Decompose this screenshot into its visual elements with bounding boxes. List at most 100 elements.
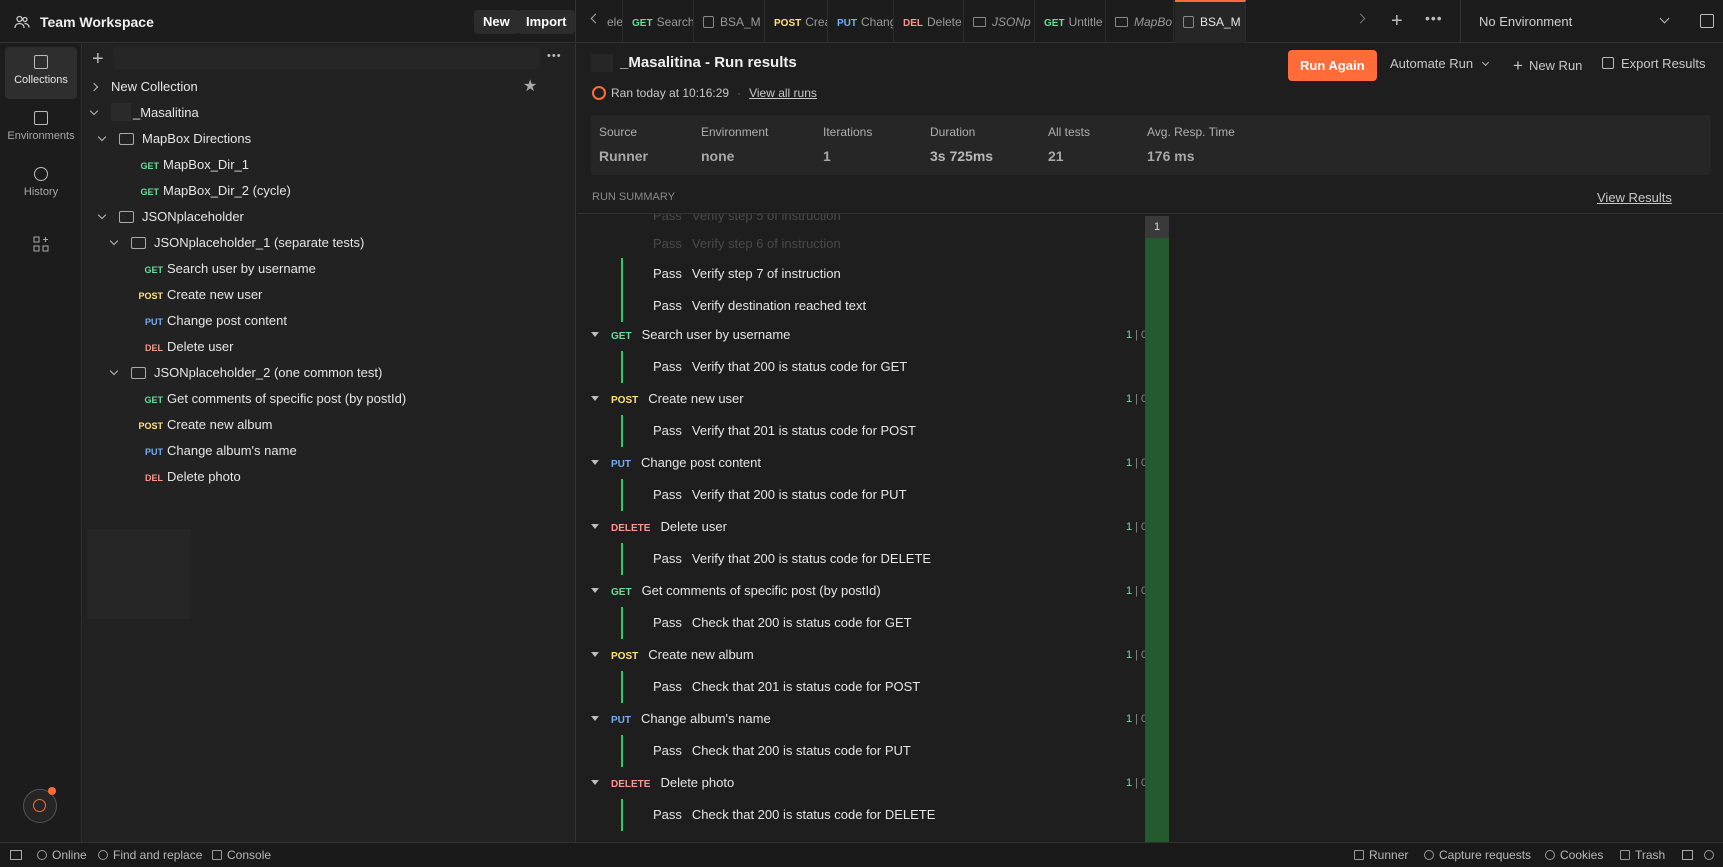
tree-request[interactable]: DEL Delete user [137,334,233,360]
sidebar-options-icon[interactable]: ••• [547,50,562,62]
new-run-label: New Run [1528,58,1583,73]
help-agent-icon[interactable] [23,787,57,823]
tab-item[interactable]: PUT Chang [829,0,894,43]
run-again-button[interactable]: Run Again [1288,50,1377,81]
environment-selector[interactable]: No Environment [1460,0,1680,43]
add-collection-icon[interactable]: + [92,49,104,69]
toggle-sidebar-icon[interactable] [10,843,22,867]
test-name: Verify that 201 is status code for POST [691,423,916,438]
pass-fail-count: 1|0 [1126,770,1147,796]
tab-options-icon[interactable]: ••• [1425,10,1443,26]
rail-environments[interactable]: Environments [5,103,77,155]
tree-label: Change post content [167,313,287,328]
automate-run-button[interactable]: Automate Run [1390,56,1489,71]
request-result-row[interactable]: POST Create new album [591,642,754,668]
trash-button[interactable]: Trash [1620,843,1665,867]
caret-down-icon[interactable] [591,652,599,657]
capture-requests-button[interactable]: Capture requests [1424,843,1531,867]
chevron-down-icon[interactable] [97,132,107,142]
tab-item[interactable]: GET Search [624,0,694,43]
request-result-row[interactable]: DELETE Delete user [591,514,727,540]
tab-item[interactable]: GET Untitle [1036,0,1106,43]
tree-request[interactable]: GET MapBox_Dir_1 [133,152,249,178]
tree-request[interactable]: GET MapBox_Dir_2 (cycle) [133,178,290,204]
request-result-row[interactable]: PUT Change album's name [591,706,771,732]
tree-folder[interactable]: JSONplaceholder [97,204,244,230]
passed-count: 1 [1126,649,1133,661]
tree-request[interactable]: POST Create new album [137,412,272,438]
runner-button[interactable]: Runner [1354,843,1408,867]
tab-item[interactable]: POSTCreat [766,0,828,43]
chevron-down-icon[interactable] [89,106,99,116]
tree-request[interactable]: PUT Change post content [137,308,287,334]
caret-down-icon[interactable] [591,588,599,593]
view-all-runs-link[interactable]: View all runs [749,86,817,100]
request-result-row[interactable]: DELETE Delete photo [591,770,734,796]
tree-collection[interactable]: _Masalitina [89,100,199,126]
chevron-down-icon[interactable] [109,366,119,376]
new-run-button[interactable]: + New Run [1513,56,1582,76]
tab-method-badge: POST [774,18,802,29]
tree-folder[interactable]: MapBox Directions [97,126,251,152]
new-button[interactable]: New [474,10,519,34]
request-result-row[interactable]: GET Search user by username [591,322,790,348]
configure-sidebar-icon[interactable] [33,236,49,252]
view-results-link[interactable]: View Results [1597,190,1672,205]
request-result-row[interactable]: GET Get comments of specific post (by pos… [591,578,881,604]
add-tab-icon[interactable]: + [1391,11,1403,31]
request-result-row[interactable]: PUT Change post content [591,450,761,476]
request-result-row[interactable]: POST Create new user [591,386,744,412]
layout-icon[interactable] [1682,843,1693,867]
tab-item[interactable]: DEL Delete [895,0,964,43]
runner-label: Runner [1369,848,1409,862]
help-icon[interactable] [1704,843,1719,867]
environment-quick-look-icon[interactable] [1700,14,1714,28]
stat-value: 1 [823,148,831,164]
pass-label: Pass [653,214,682,223]
tree-folder[interactable]: JSONplaceholder_1 (separate tests) [109,230,364,256]
test-name: Check that 200 is status code for PUT [691,743,911,758]
chevron-right-icon[interactable] [89,82,99,92]
caret-down-icon[interactable] [591,524,599,529]
tab-item[interactable]: BSA_M [695,0,765,43]
caret-down-icon[interactable] [591,332,599,337]
tree-request[interactable]: POST Create new user [137,282,262,308]
request-name: Change album's name [641,711,771,726]
iteration-bar[interactable]: 1 [1145,216,1169,842]
cookies-button[interactable]: Cookies [1545,843,1603,867]
tree-label: _Masalitina [133,105,199,120]
tab-item[interactable]: elete [599,0,623,43]
pass-fail-count: 1|0 [1126,514,1147,540]
rail-history[interactable]: History [5,159,77,211]
tab-item[interactable]: MapBo [1107,0,1174,43]
tree-folder[interactable]: JSONplaceholder_2 (one common test) [109,360,382,386]
import-button[interactable]: Import [517,10,576,34]
rail-history-label: History [23,186,59,198]
caret-down-icon[interactable] [591,396,599,401]
tab-item[interactable]: BSA_M [1175,0,1246,43]
chevron-down-icon[interactable] [97,210,107,220]
search-collections-input[interactable] [113,47,540,69]
star-icon[interactable]: ★ [523,74,537,100]
caret-down-icon[interactable] [591,780,599,785]
workspace-title[interactable]: Team Workspace [40,14,154,30]
console-button[interactable]: Console [212,843,271,867]
tree-collection[interactable]: New Collection [89,74,198,100]
tree-request[interactable]: DEL Delete photo [137,464,241,490]
tab-item[interactable]: JSONp [965,0,1035,43]
caret-down-icon[interactable] [591,460,599,465]
rail-collections[interactable]: Collections [5,47,77,99]
caret-down-icon[interactable] [591,716,599,721]
export-results-button[interactable]: Export Results [1602,56,1706,71]
test-name: Verify destination reached text [691,298,867,313]
tree-request[interactable]: PUT Change album's name [137,438,297,464]
count-separator: | [1135,521,1138,533]
find-replace-button[interactable]: Find and replace [98,843,202,867]
tree-request[interactable]: GET Search user by username [137,256,315,282]
test-name: Verify step 5 of instruction [691,214,841,223]
online-status[interactable]: Online [37,843,87,867]
chevron-down-icon[interactable] [109,236,119,246]
test-name: Verify that 200 is status code for GET [691,359,908,374]
tree-request[interactable]: GET Get comments of specific post (by pos… [137,386,406,412]
tab-scroll-right-icon[interactable] [1355,13,1366,24]
